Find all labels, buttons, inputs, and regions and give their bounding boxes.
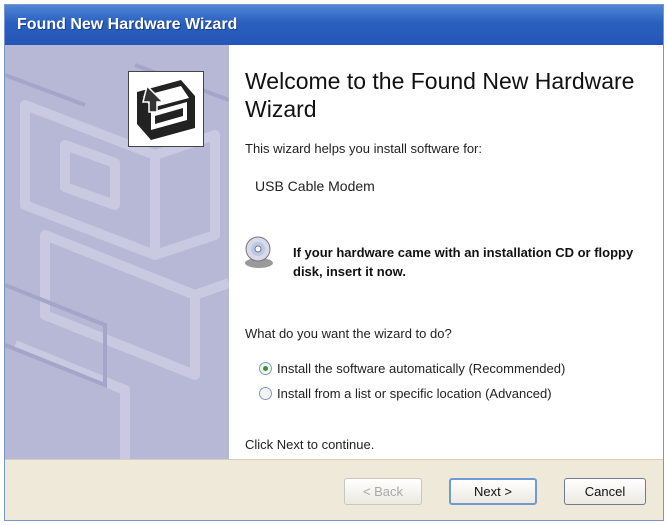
wizard-content: Welcome to the Found New Hardware Wizard… xyxy=(229,45,663,459)
intro-text: This wizard helps you install software f… xyxy=(245,141,482,156)
next-button[interactable]: Next > xyxy=(449,478,537,505)
button-bar: < Back Next > Cancel xyxy=(5,459,663,520)
option-label: Install the software automatically (Reco… xyxy=(277,361,566,376)
option-label: Install from a list or specific location… xyxy=(277,386,552,401)
wizard-side-panel xyxy=(5,45,229,459)
window-title: Found New Hardware Wizard xyxy=(17,16,238,33)
cd-prompt: If your hardware came with an installati… xyxy=(293,245,634,279)
wizard-heading: Welcome to the Found New Hardware Wizard xyxy=(245,68,635,122)
option-install-automatically[interactable]: Install the software automatically (Reco… xyxy=(259,361,565,376)
option-install-from-list[interactable]: Install from a list or specific location… xyxy=(259,386,552,401)
cancel-button[interactable]: Cancel xyxy=(564,478,646,505)
wizard-question: What do you want the wizard to do? xyxy=(245,326,452,341)
hardware-icon xyxy=(128,71,204,147)
device-name: USB Cable Modem xyxy=(255,178,375,194)
cd-icon xyxy=(245,236,273,268)
wizard-window: Found New Hardware Wizard Welcome to the… xyxy=(4,4,664,521)
back-button[interactable]: < Back xyxy=(344,478,422,505)
radio-button[interactable] xyxy=(259,387,272,400)
radio-button-selected[interactable] xyxy=(259,362,272,375)
title-bar[interactable]: Found New Hardware Wizard xyxy=(5,5,663,45)
continue-hint: Click Next to continue. xyxy=(245,437,375,452)
